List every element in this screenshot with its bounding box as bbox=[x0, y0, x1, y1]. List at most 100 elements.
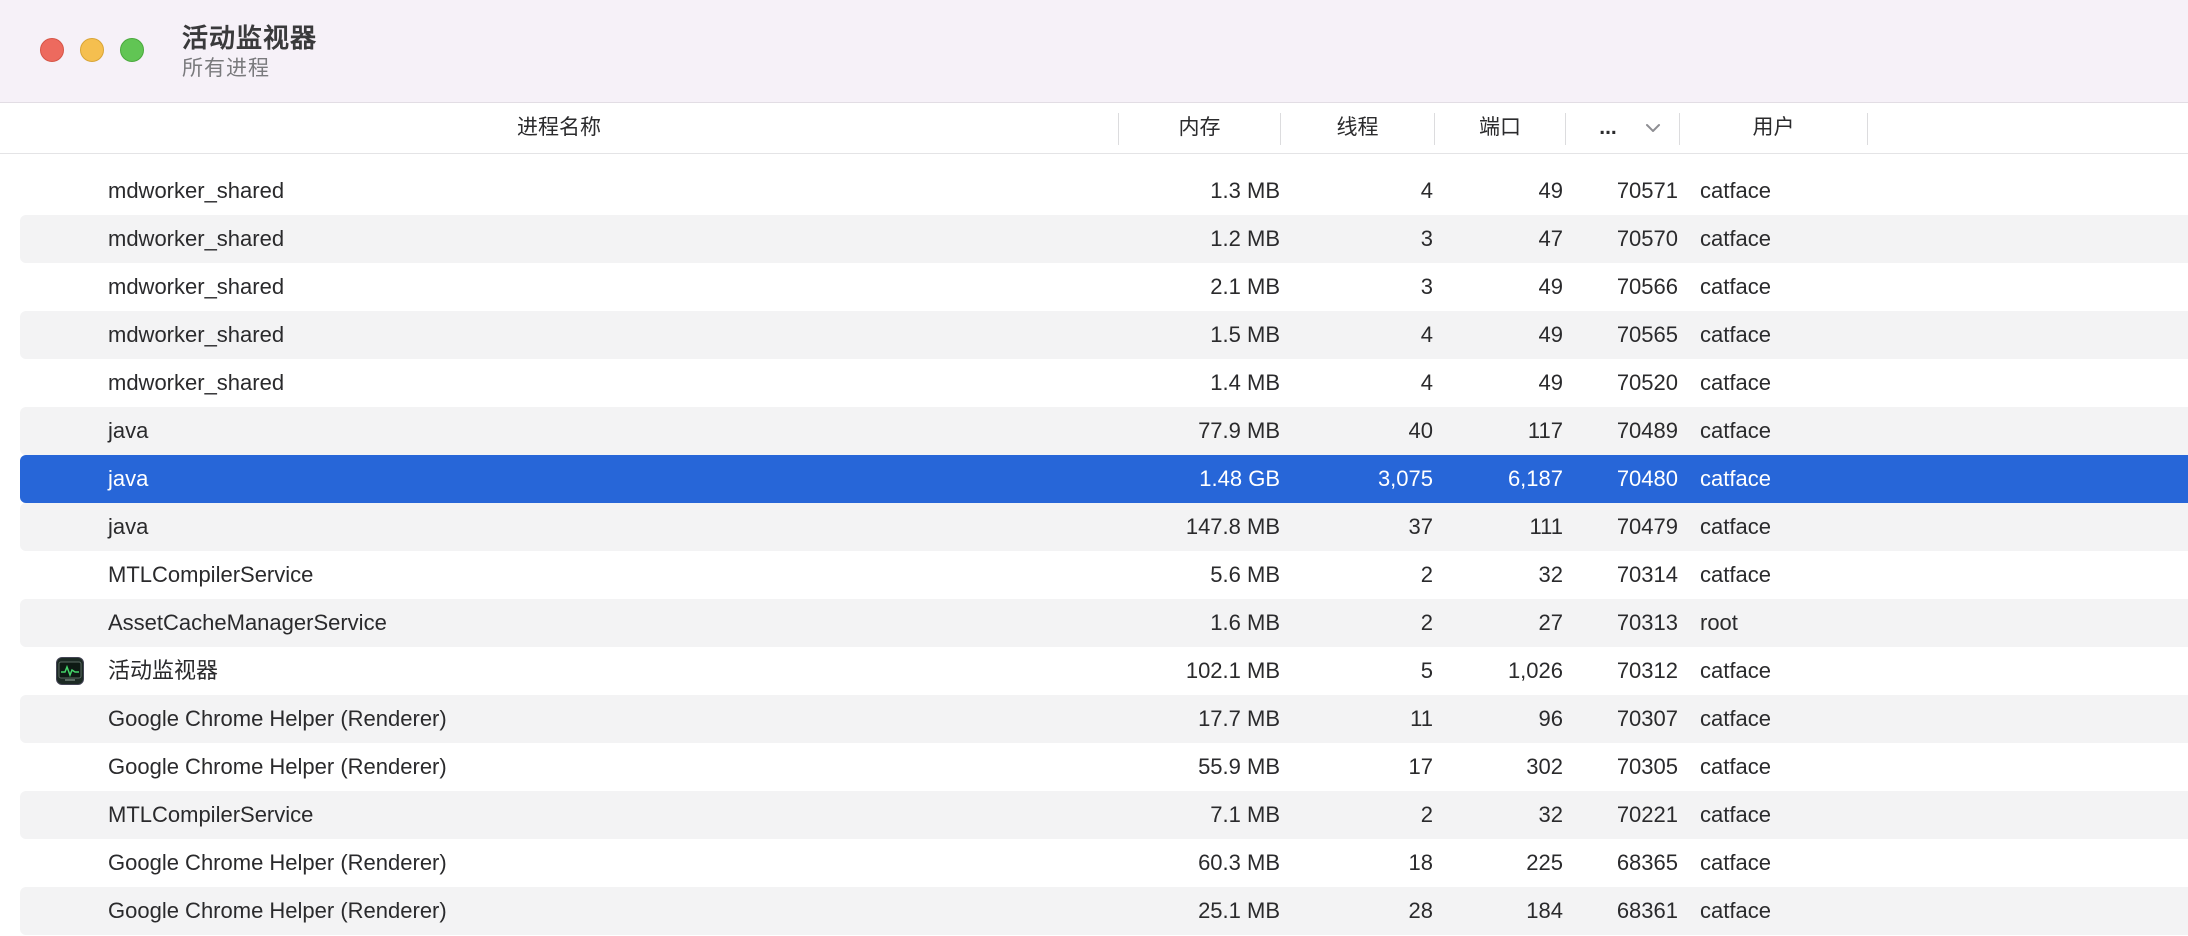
memory-value: 77.9 MB bbox=[1198, 418, 1280, 443]
pid-value: 70489 bbox=[1616, 418, 1678, 443]
threads-value: 4 bbox=[1420, 178, 1433, 203]
process-name: mdworker_shared bbox=[108, 274, 285, 299]
threads-value: 11 bbox=[1410, 706, 1433, 731]
ports-value: 302 bbox=[1526, 754, 1563, 779]
threads-value: 3 bbox=[1420, 226, 1433, 251]
column-header-threads[interactable]: 线程 bbox=[1281, 103, 1434, 153]
memory-value: 7.1 MB bbox=[1210, 802, 1280, 827]
memory-value: 1.3 MB bbox=[1210, 178, 1280, 203]
user-value: catface bbox=[1700, 706, 1771, 731]
table-row[interactable]: mdworker_shared 1.2 MB 3 47 70570 catface bbox=[20, 215, 2188, 263]
column-header-user[interactable]: 用户 bbox=[1680, 103, 1867, 153]
table-row[interactable]: AssetCacheManagerService 1.6 MB 2 27 70313 ro… bbox=[20, 599, 2188, 647]
pid-value: 70221 bbox=[1616, 802, 1678, 827]
process-name: Google Chrome Helper (Renderer) bbox=[108, 706, 447, 731]
threads-value: 28 bbox=[1408, 898, 1433, 923]
minimize-icon[interactable] bbox=[80, 38, 104, 62]
pid-value: 70480 bbox=[1616, 466, 1678, 491]
process-name: Google Chrome Helper (Renderer) bbox=[108, 850, 447, 875]
process-name: mdworker_shared bbox=[108, 178, 285, 203]
memory-value: 5.6 MB bbox=[1210, 562, 1280, 587]
user-value: root bbox=[1700, 610, 1738, 635]
user-value: catface bbox=[1700, 274, 1771, 299]
table-row[interactable]: mdworker_shared 1.4 MB 4 49 70520 catface bbox=[20, 359, 2188, 407]
pid-value: 70570 bbox=[1616, 226, 1678, 251]
table-row[interactable]: mdworker_shared 2.1 MB 3 49 70566 catface bbox=[20, 263, 2188, 311]
pid-value: 68361 bbox=[1616, 898, 1678, 923]
window-title: 活动监视器 bbox=[182, 23, 318, 53]
pid-value: 70565 bbox=[1616, 322, 1678, 347]
table-row[interactable]: mdworker_shared 1.3 MB 4 49 70571 catface bbox=[20, 167, 2188, 215]
table-row[interactable]: java 77.9 MB 40 117 70489 catface bbox=[20, 407, 2188, 455]
user-value: catface bbox=[1700, 514, 1771, 539]
ports-value: 225 bbox=[1526, 850, 1563, 875]
threads-value: 18 bbox=[1408, 850, 1433, 875]
user-value: catface bbox=[1700, 658, 1771, 683]
memory-value: 1.48 GB bbox=[1199, 466, 1280, 491]
memory-value: 1.6 MB bbox=[1210, 610, 1280, 635]
ports-value: 49 bbox=[1538, 274, 1563, 299]
memory-value: 60.3 MB bbox=[1198, 850, 1280, 875]
column-header-pid[interactable]: ... bbox=[1566, 103, 1650, 153]
threads-value: 4 bbox=[1420, 322, 1433, 347]
window-subtitle: 所有进程 bbox=[182, 57, 270, 80]
pid-value: 70479 bbox=[1616, 514, 1678, 539]
zoom-icon[interactable] bbox=[120, 38, 144, 62]
user-value: catface bbox=[1700, 370, 1771, 395]
pid-value: 70566 bbox=[1616, 274, 1678, 299]
process-name: mdworker_shared bbox=[108, 370, 285, 395]
user-value: catface bbox=[1700, 850, 1771, 875]
pid-value: 70571 bbox=[1616, 178, 1678, 203]
process-name: Google Chrome Helper (Renderer) bbox=[108, 898, 447, 923]
threads-value: 17 bbox=[1408, 754, 1433, 779]
memory-value: 102.1 MB bbox=[1185, 658, 1280, 683]
column-divider[interactable] bbox=[1867, 113, 1868, 145]
user-value: catface bbox=[1700, 466, 1771, 491]
pid-value: 70305 bbox=[1616, 754, 1678, 779]
threads-value: 5 bbox=[1420, 658, 1433, 683]
user-value: catface bbox=[1700, 802, 1771, 827]
ports-value: 27 bbox=[1538, 610, 1563, 635]
table-row[interactable]: java 1.48 GB 3,075 6,187 70480 catface bbox=[20, 455, 2188, 503]
user-value: catface bbox=[1700, 322, 1771, 347]
memory-value: 2.1 MB bbox=[1210, 274, 1280, 299]
process-name: Google Chrome Helper (Renderer) bbox=[108, 754, 447, 779]
memory-value: 55.9 MB bbox=[1198, 754, 1280, 779]
user-value: catface bbox=[1700, 418, 1771, 443]
ports-value: 32 bbox=[1538, 802, 1563, 827]
ports-value: 32 bbox=[1538, 562, 1563, 587]
threads-value: 2 bbox=[1420, 610, 1433, 635]
pid-value: 70520 bbox=[1616, 370, 1678, 395]
ports-value: 49 bbox=[1538, 370, 1563, 395]
table-row[interactable]: Google Chrome Helper (Renderer) 60.3 MB 18… bbox=[20, 839, 2188, 887]
user-value: catface bbox=[1700, 178, 1771, 203]
threads-value: 2 bbox=[1420, 562, 1433, 587]
table-row[interactable]: Google Chrome Helper (Renderer) 17.7 MB 11… bbox=[20, 695, 2188, 743]
chevron-down-icon[interactable] bbox=[1645, 103, 1661, 153]
ports-value: 96 bbox=[1538, 706, 1563, 731]
activity-monitor-icon bbox=[56, 657, 84, 685]
column-header-name[interactable]: 进程名称 bbox=[0, 103, 1118, 153]
memory-value: 1.2 MB bbox=[1210, 226, 1280, 251]
table-row[interactable]: MTLCompilerService 5.6 MB 2 32 70314 catface bbox=[20, 551, 2188, 599]
process-table: mdworker_shared 1.3 MB 4 49 70571 catface mdwo… bbox=[0, 167, 2188, 935]
table-row[interactable]: 活动监视器 102.1 MB 5 1,026 70312 catface bbox=[20, 647, 2188, 695]
threads-value: 3,075 bbox=[1377, 466, 1433, 491]
table-row[interactable]: MTLCompilerService 7.1 MB 2 32 70221 catface bbox=[20, 791, 2188, 839]
memory-value: 147.8 MB bbox=[1185, 514, 1280, 539]
column-header-memory[interactable]: 内存 bbox=[1119, 103, 1280, 153]
process-name: MTLCompilerService bbox=[108, 562, 314, 587]
close-icon[interactable] bbox=[40, 38, 64, 62]
table-row[interactable]: Google Chrome Helper (Renderer) 25.1 MB 28… bbox=[20, 887, 2188, 935]
table-row[interactable]: java 147.8 MB 37 111 70479 catface bbox=[20, 503, 2188, 551]
ports-value: 184 bbox=[1526, 898, 1563, 923]
table-row[interactable]: Google Chrome Helper (Renderer) 55.9 MB 17… bbox=[20, 743, 2188, 791]
ports-value: 49 bbox=[1538, 178, 1563, 203]
column-header-ports[interactable]: 端口 bbox=[1435, 103, 1565, 153]
threads-value: 2 bbox=[1420, 802, 1433, 827]
process-name: java bbox=[108, 418, 149, 443]
activity-monitor-window: 活动监视器 所有进程 进程名称 内存 线程 端口 ... 用户 mdworker… bbox=[0, 0, 2188, 936]
table-row[interactable]: mdworker_shared 1.5 MB 4 49 70565 catface bbox=[20, 311, 2188, 359]
threads-value: 4 bbox=[1420, 370, 1433, 395]
pid-value: 70313 bbox=[1616, 610, 1678, 635]
